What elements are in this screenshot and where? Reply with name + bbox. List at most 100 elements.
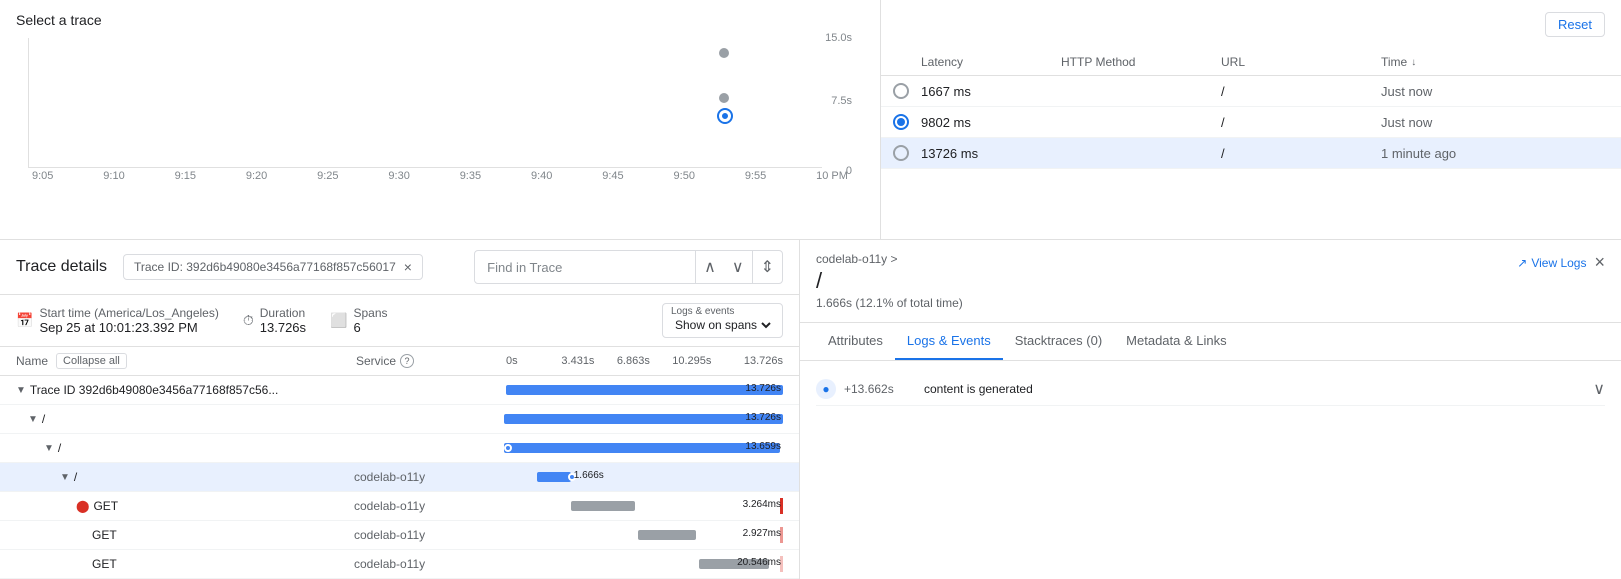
expand-button[interactable]: ⇕: [752, 251, 782, 283]
span-row[interactable]: ▼ / 13.726s: [0, 405, 799, 434]
table-row[interactable]: 1667 ms / Just now: [881, 76, 1621, 107]
right-panel-content: ● +13.662s content is generated ∨: [800, 361, 1621, 579]
tick-3: 10.295s: [672, 355, 727, 367]
span-row[interactable]: ▼ / codelab-o11y 1.666s: [0, 463, 799, 492]
trace-id-box: Trace ID: 392d6b49080e3456a77168f857c560…: [123, 254, 423, 280]
radio-button[interactable]: [893, 145, 909, 161]
chevron-icon[interactable]: ▼: [60, 472, 70, 483]
x-label: 9:50: [674, 170, 695, 182]
sort-arrow: ↓: [1411, 57, 1416, 68]
span-bar-fill: [504, 414, 783, 424]
x-label: 9:40: [531, 170, 552, 182]
table-row[interactable]: 9802 ms / Just now: [881, 107, 1621, 138]
tab-metadata-links[interactable]: Metadata & Links: [1114, 323, 1238, 360]
tick-2: 6.863s: [617, 355, 672, 367]
span-row[interactable]: ▼ / 13.659s: [0, 434, 799, 463]
tick-1: 3.431s: [561, 355, 616, 367]
tab-attributes[interactable]: Attributes: [816, 323, 895, 360]
radio-button[interactable]: [893, 114, 909, 130]
span-bar: 13.726s: [506, 381, 783, 399]
chevron-icon[interactable]: ▼: [16, 385, 26, 396]
view-logs-button[interactable]: ↗ View Logs: [1517, 256, 1586, 270]
table-header: Latency HTTP Method URL Time ↓: [881, 49, 1621, 76]
span-bar-label: 20.546ms: [737, 557, 781, 568]
span-name: GET: [93, 499, 118, 513]
name-col-label: Name: [16, 354, 48, 368]
right-detail-panel: codelab-o11y > / 1.666s (12.1% of total …: [800, 240, 1621, 579]
y-label-zero: 0: [846, 165, 852, 177]
span-bar-label: 3.264ms: [743, 499, 781, 510]
span-bar-fill: [506, 385, 783, 395]
info-icon: ●: [822, 382, 829, 396]
nav-up-button[interactable]: ∧: [696, 251, 724, 283]
tab-stacktraces[interactable]: Stacktraces (0): [1003, 323, 1114, 360]
close-right-panel-button[interactable]: ×: [1594, 252, 1605, 273]
tick-4: 13.726s: [728, 355, 783, 367]
x-label: 9:55: [745, 170, 766, 182]
span-row[interactable]: ▼ Trace ID 392d6b49080e3456a77168f857c56…: [0, 376, 799, 405]
spans-value: 6: [353, 320, 387, 335]
right-panel-subtitle: 1.666s (12.1% of total time): [816, 296, 1517, 310]
cell-url: /: [1221, 84, 1381, 99]
cell-time: Just now: [1381, 115, 1432, 130]
span-service: codelab-o11y: [354, 470, 504, 484]
span-bar-label: 13.726s: [745, 412, 781, 423]
nav-down-button[interactable]: ∨: [724, 251, 752, 283]
spans-icon: ⬜: [330, 312, 347, 329]
cell-time: Just now: [1381, 84, 1432, 99]
span-row[interactable]: GET codelab-o11y 20.546ms: [0, 550, 799, 579]
collapse-all-button[interactable]: Collapse all: [56, 353, 127, 369]
span-row[interactable]: GET codelab-o11y 2.927ms: [0, 521, 799, 550]
span-bar-fill: [537, 472, 570, 482]
col-header-time[interactable]: Time ↓: [1381, 55, 1416, 69]
start-label: Start time (America/Los_Angeles): [39, 306, 218, 320]
span-name: /: [58, 441, 61, 455]
span-bar-fill: [504, 443, 780, 453]
span-service: codelab-o11y: [354, 499, 504, 513]
span-row[interactable]: ⬤ GET codelab-o11y 3.264ms: [0, 492, 799, 521]
trace-header: Trace details Trace ID: 392d6b49080e3456…: [0, 240, 799, 295]
trace-id-close-button[interactable]: ×: [404, 259, 412, 275]
span-name: Trace ID 392d6b49080e3456a77168f857c56..…: [30, 383, 278, 397]
chevron-icon[interactable]: ▼: [44, 443, 54, 454]
radio-button[interactable]: [893, 83, 909, 99]
span-bar: 13.726s: [504, 410, 783, 428]
span-bar-label: 13.726s: [745, 383, 781, 394]
span-bar-fill: [571, 501, 635, 511]
event-text: content is generated: [924, 382, 1593, 396]
logs-events-select[interactable]: Show on spans Show all Hide: [671, 317, 774, 333]
chevron-icon[interactable]: ▼: [28, 414, 38, 425]
col-header-latency[interactable]: Latency: [921, 55, 1061, 69]
breadcrumb-text: codelab-o11y >: [816, 252, 898, 266]
spans-list: ▼ Trace ID 392d6b49080e3456a77168f857c56…: [0, 376, 799, 579]
service-help-icon[interactable]: ?: [400, 354, 414, 368]
x-label: 9:35: [460, 170, 481, 182]
trace-details-title: Trace details: [16, 258, 107, 276]
col-header-method: HTTP Method: [1061, 55, 1221, 69]
duration-value: 13.726s: [260, 320, 306, 335]
logs-events-label: Logs & events: [671, 306, 734, 317]
x-label: 9:10: [103, 170, 124, 182]
reset-button[interactable]: Reset: [1545, 12, 1605, 37]
y-label-top: 15.0s: [825, 32, 852, 44]
error-icon: ⬤: [76, 499, 89, 513]
table-row[interactable]: 13726 ms / 1 minute ago: [881, 138, 1621, 169]
span-bar-label: 13.659s: [745, 441, 781, 452]
x-label: 9:20: [246, 170, 267, 182]
right-panel-tabs: Attributes Logs & Events Stacktraces (0)…: [800, 323, 1621, 361]
event-expand-button[interactable]: ∨: [1593, 379, 1605, 399]
x-label: 9:15: [175, 170, 196, 182]
span-bar-label: 1.666s: [574, 470, 604, 481]
cell-latency: 13726 ms: [921, 146, 1061, 161]
dot-1: [719, 48, 729, 58]
right-panel-title: /: [816, 268, 1517, 294]
event-row: ● +13.662s content is generated ∨: [816, 373, 1605, 406]
find-in-trace-input[interactable]: [475, 254, 695, 281]
span-bar-fill: [638, 530, 697, 540]
x-label: 9:45: [602, 170, 623, 182]
trace-meta: 📅 Start time (America/Los_Angeles) Sep 2…: [0, 295, 799, 347]
span-bar: 2.927ms: [504, 526, 783, 544]
tab-logs-events[interactable]: Logs & Events: [895, 323, 1003, 360]
dot-selected[interactable]: [719, 110, 731, 122]
y-label-mid: 7.5s: [831, 95, 852, 107]
